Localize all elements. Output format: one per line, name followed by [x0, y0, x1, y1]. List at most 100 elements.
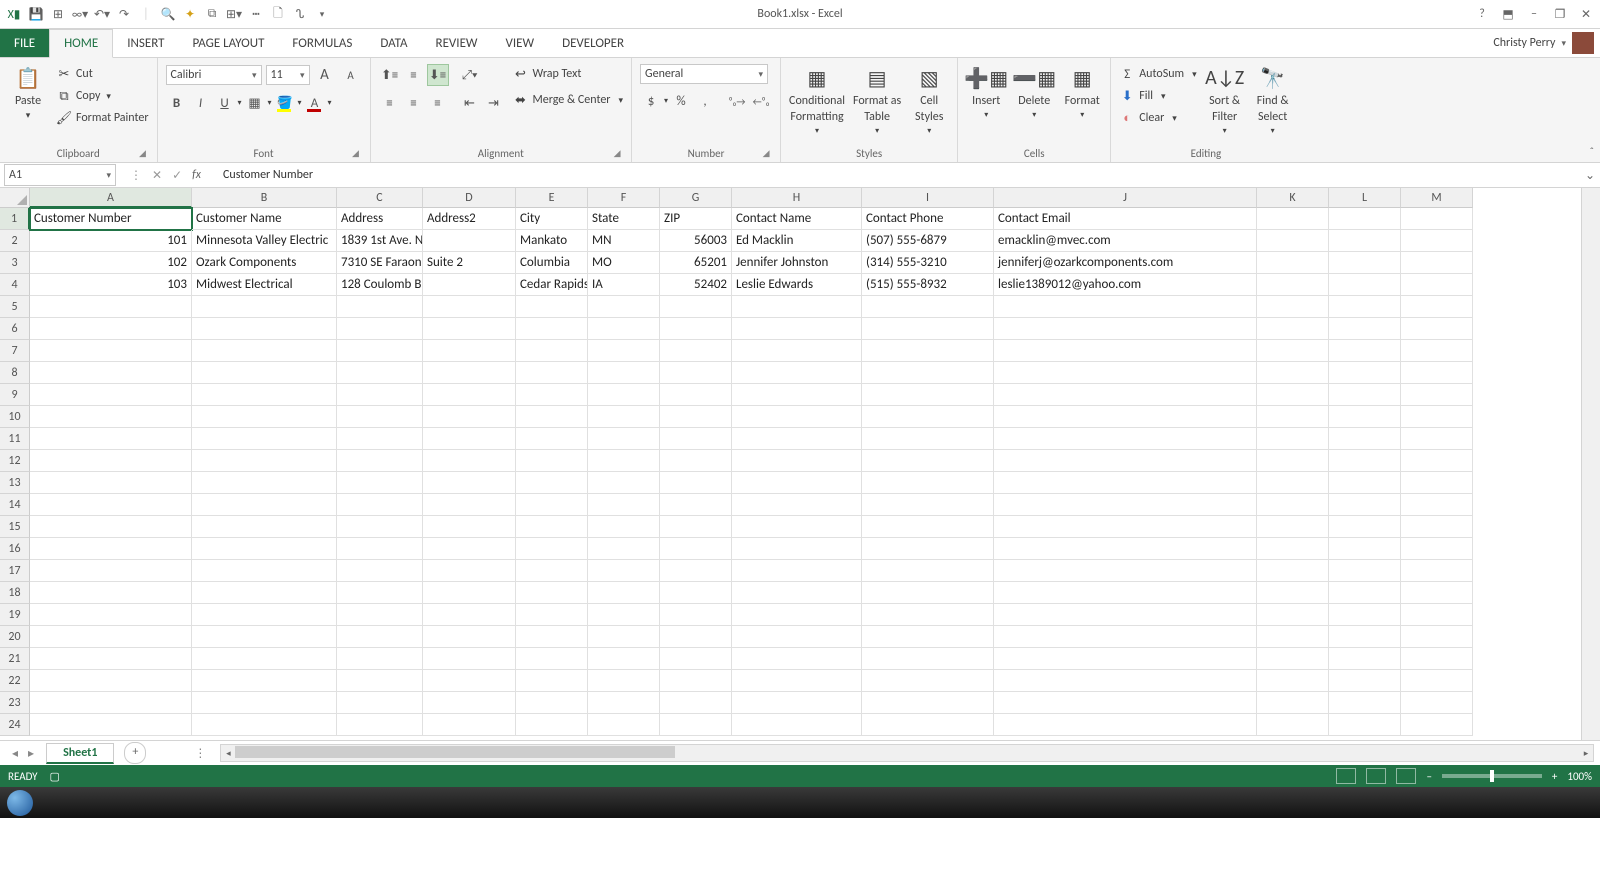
cell[interactable]: [30, 560, 192, 582]
cell[interactable]: [516, 406, 588, 428]
cell[interactable]: [862, 296, 994, 318]
cell[interactable]: [1401, 230, 1473, 252]
formula-input[interactable]: Customer Number: [215, 168, 1580, 182]
cell[interactable]: [1401, 252, 1473, 274]
cell[interactable]: [337, 670, 423, 692]
macro-record-icon[interactable]: ▢: [50, 770, 60, 783]
cell-styles-button[interactable]: ▧CellStyles▾: [909, 64, 949, 136]
row-header[interactable]: 17: [0, 560, 30, 582]
cell[interactable]: [1329, 318, 1401, 340]
cell[interactable]: [1329, 516, 1401, 538]
cell[interactable]: [516, 538, 588, 560]
cell[interactable]: [1257, 428, 1329, 450]
column-header[interactable]: L: [1329, 188, 1401, 208]
cell[interactable]: [588, 406, 660, 428]
row-header[interactable]: 5: [0, 296, 30, 318]
cell[interactable]: [660, 428, 732, 450]
cell[interactable]: [660, 692, 732, 714]
cell[interactable]: [1329, 648, 1401, 670]
cell[interactable]: [1257, 406, 1329, 428]
cell[interactable]: [660, 384, 732, 406]
cell[interactable]: [732, 318, 862, 340]
cell[interactable]: [516, 714, 588, 736]
cell[interactable]: [1329, 296, 1401, 318]
qat-icon[interactable]: ∞▾: [72, 6, 88, 22]
cell[interactable]: [423, 582, 516, 604]
cell[interactable]: [1401, 340, 1473, 362]
row-header[interactable]: 1: [0, 208, 30, 230]
qat-icon[interactable]: ┅: [248, 6, 264, 22]
cell[interactable]: [732, 428, 862, 450]
cell[interactable]: emacklin@mvec.com: [994, 230, 1257, 252]
cell[interactable]: [1257, 274, 1329, 296]
collapse-ribbon-icon[interactable]: ˆ: [1590, 145, 1594, 158]
cell[interactable]: [994, 406, 1257, 428]
user-area[interactable]: Christy Perry ▾: [1493, 29, 1600, 57]
select-all-corner[interactable]: [0, 188, 30, 208]
cell[interactable]: [337, 318, 423, 340]
cell[interactable]: [192, 538, 337, 560]
cell[interactable]: [1401, 384, 1473, 406]
comma-format-icon[interactable]: ,: [694, 90, 716, 112]
cell[interactable]: [192, 384, 337, 406]
cell[interactable]: [423, 692, 516, 714]
format-as-table-button[interactable]: ▤Format asTable▾: [853, 64, 901, 136]
cell[interactable]: [994, 670, 1257, 692]
row-header[interactable]: 19: [0, 604, 30, 626]
new-sheet-button[interactable]: +: [124, 742, 146, 764]
row-header[interactable]: 16: [0, 538, 30, 560]
cell[interactable]: [994, 472, 1257, 494]
cell[interactable]: [1329, 714, 1401, 736]
cell[interactable]: [660, 450, 732, 472]
row-header[interactable]: 9: [0, 384, 30, 406]
cell[interactable]: [192, 516, 337, 538]
cell[interactable]: [337, 604, 423, 626]
column-header[interactable]: D: [423, 188, 516, 208]
decrease-indent-icon[interactable]: ⇤: [459, 92, 481, 114]
cell[interactable]: [1329, 582, 1401, 604]
cell[interactable]: [192, 714, 337, 736]
format-cells-button[interactable]: ▦Format▾: [1062, 64, 1102, 120]
cell[interactable]: Address: [337, 208, 423, 230]
sheet-tab-active[interactable]: Sheet1: [46, 743, 114, 764]
cell[interactable]: [994, 516, 1257, 538]
cell[interactable]: [660, 714, 732, 736]
cell[interactable]: [1257, 384, 1329, 406]
cell[interactable]: [1257, 208, 1329, 230]
insert-cells-button[interactable]: ➕▦Insert▾: [966, 64, 1006, 120]
cell[interactable]: Customer Number: [30, 208, 192, 230]
cell[interactable]: [732, 516, 862, 538]
cell[interactable]: [732, 340, 862, 362]
cell[interactable]: [1329, 428, 1401, 450]
cell[interactable]: [862, 406, 994, 428]
help-icon[interactable]: ?: [1474, 6, 1490, 22]
row-header[interactable]: 13: [0, 472, 30, 494]
dialog-launcher-icon[interactable]: ◢: [760, 148, 772, 160]
column-header[interactable]: I: [862, 188, 994, 208]
decrease-font-icon[interactable]: A: [340, 64, 362, 86]
cell[interactable]: [1329, 670, 1401, 692]
cell[interactable]: 102: [30, 252, 192, 274]
cell[interactable]: [1401, 428, 1473, 450]
cell[interactable]: (507) 555-6879: [862, 230, 994, 252]
cell[interactable]: [1329, 252, 1401, 274]
cell[interactable]: [994, 560, 1257, 582]
cell[interactable]: [423, 538, 516, 560]
cell[interactable]: [192, 560, 337, 582]
cancel-icon[interactable]: ✕: [152, 168, 162, 183]
cell[interactable]: [516, 318, 588, 340]
number-format-combo[interactable]: General▾: [640, 64, 768, 84]
fill-color-button[interactable]: 🪣: [274, 92, 296, 114]
cell[interactable]: Ed Macklin: [732, 230, 862, 252]
cell[interactable]: [30, 296, 192, 318]
cell[interactable]: [30, 538, 192, 560]
cell[interactable]: [30, 626, 192, 648]
cell[interactable]: [1329, 450, 1401, 472]
cell[interactable]: [588, 582, 660, 604]
cell[interactable]: [994, 296, 1257, 318]
cell[interactable]: [660, 472, 732, 494]
row-header[interactable]: 7: [0, 340, 30, 362]
cell[interactable]: [588, 362, 660, 384]
avatar[interactable]: [1572, 32, 1594, 54]
decrease-decimal-icon[interactable]: ←⁰₀: [750, 90, 772, 112]
